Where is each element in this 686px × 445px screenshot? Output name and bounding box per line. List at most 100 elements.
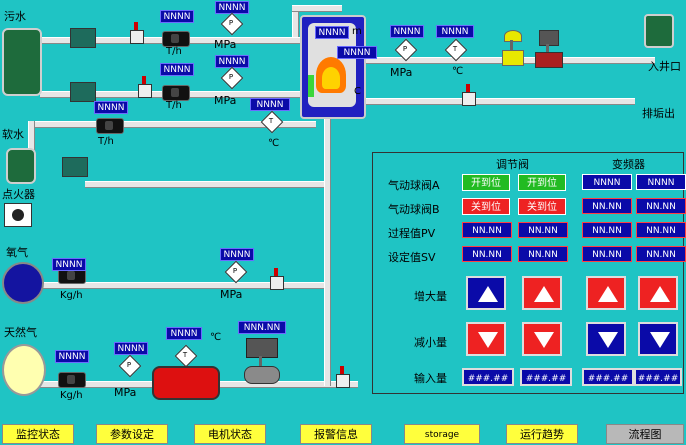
igniter-line	[85, 181, 327, 188]
arrow-down-icon	[534, 332, 554, 348]
temp-out-readout: NNNN	[436, 25, 474, 38]
temp-out-unit: ℃	[452, 66, 464, 77]
flow-gas-readout: NNNN	[55, 350, 89, 363]
vfd-title: 变频器	[612, 158, 645, 171]
valve-1-decrease-button[interactable]	[466, 322, 506, 356]
gas-tank	[2, 344, 46, 396]
flowmeter-gas-icon	[58, 372, 86, 388]
pressure-out-readout: NNNN	[390, 25, 424, 38]
vfd-2-sv: NN.NN	[636, 246, 686, 262]
valve-1-increase-button[interactable]	[466, 276, 506, 310]
arrow-up-icon	[478, 286, 498, 302]
pressure-oxygen-readout: NNNN	[220, 248, 254, 261]
boiler-readout-2: NNNN	[337, 46, 377, 59]
arrow-down-icon	[650, 332, 670, 348]
blowdown-label: 排垢出	[642, 107, 675, 120]
temp-out-symbol: T	[452, 45, 458, 53]
vfd-1-input[interactable]: ###.##	[582, 368, 634, 386]
pump-2-icon[interactable]	[70, 82, 96, 102]
vfd-1-increase-button[interactable]	[586, 276, 626, 310]
flow-oxygen-readout: NNNN	[52, 258, 86, 271]
main-riser	[324, 110, 331, 386]
flow-3-unit: T/h	[98, 136, 114, 147]
pump-3-icon[interactable]	[62, 157, 88, 177]
boiler-readout-1: NNNN	[315, 26, 349, 39]
valve-b-status-2: 关到位	[518, 198, 566, 215]
temp-1-symbol: T	[268, 117, 274, 125]
valve-2-input[interactable]: ###.##	[520, 368, 572, 386]
flow-2-readout: NNNN	[160, 63, 194, 76]
valve-2-pv: NN.NN	[518, 222, 568, 238]
pressure-2-unit: MPa	[214, 94, 237, 107]
valve-b-status-1: 关到位	[462, 198, 510, 215]
temp-1-readout: NNNN	[250, 98, 290, 111]
boiler-unit-m: m	[352, 26, 362, 37]
flow-gas-unit: Kg/h	[60, 390, 83, 401]
soft-water-tank	[6, 148, 36, 184]
vfd-1-pv: NN.NN	[582, 222, 632, 238]
natural-gas-label: 天然气	[4, 326, 37, 339]
temp-gas-readout: NNNN	[166, 327, 202, 340]
valve-1-sv: NN.NN	[462, 246, 512, 262]
pressure-1-unit: MPa	[214, 38, 237, 51]
vfd-2-input[interactable]: ###.##	[634, 368, 682, 386]
tab-alarm-info[interactable]: 报警信息	[300, 424, 372, 444]
tab-flow-chart[interactable]: 流程图	[606, 424, 684, 444]
valve-2-decrease-button[interactable]	[522, 322, 562, 356]
arrow-down-icon	[598, 332, 618, 348]
igniter-label: 点火器	[2, 188, 35, 201]
vfd-1-status: NNNN	[582, 174, 632, 190]
pump-1-icon[interactable]	[70, 28, 96, 48]
flow-2-unit: T/h	[166, 100, 182, 111]
gas-valve-readout: NNN.NN	[238, 321, 286, 334]
valve-1-icon[interactable]	[130, 30, 144, 44]
soft-water-label: 软水	[2, 128, 24, 141]
control-valve-red-icon[interactable]	[535, 30, 563, 68]
top-pipe	[292, 5, 342, 12]
valve-oxygen-handle	[274, 268, 278, 276]
control-valve-yellow-icon[interactable]	[502, 30, 524, 68]
pv-label: 过程值PV	[388, 227, 436, 240]
vfd-2-b: NN.NN	[636, 198, 686, 214]
valve-a-status-2: 开到位	[518, 174, 566, 191]
tab-motor-status[interactable]: 电机状态	[194, 424, 266, 444]
pressure-2-symbol: P	[228, 73, 234, 81]
valve-oxygen-icon[interactable]	[270, 276, 284, 290]
tab-run-trend[interactable]: 运行趋势	[506, 424, 578, 444]
tab-monitor-status[interactable]: 监控状态	[2, 424, 74, 444]
vfd-2-decrease-button[interactable]	[638, 322, 678, 356]
ball-valve-b-label: 气动球阀B	[388, 203, 440, 216]
temp-gas-unit: ℃	[210, 332, 222, 343]
gas-control-valve-icon[interactable]	[240, 338, 282, 384]
valve-gas-icon[interactable]	[336, 374, 350, 388]
flow-1-readout: NNNN	[160, 10, 194, 23]
gas-heater	[152, 366, 220, 400]
flowmeter-1-icon	[162, 31, 190, 47]
igniter-icon[interactable]	[4, 203, 32, 227]
tab-storage[interactable]: storage	[404, 424, 480, 444]
input-label: 输入量	[414, 372, 447, 385]
arrow-up-icon	[534, 286, 554, 302]
valve-2-icon[interactable]	[138, 84, 152, 98]
regulating-valve-title: 调节阀	[496, 158, 529, 171]
valve-2-sv: NN.NN	[518, 246, 568, 262]
sewage-label: 污水	[4, 10, 26, 23]
vfd-2-status: NNNN	[636, 174, 686, 190]
outlet-tank	[644, 14, 674, 48]
flow-3-readout: NNNN	[94, 101, 128, 114]
valve-2-increase-button[interactable]	[522, 276, 562, 310]
valve-blowdown-icon[interactable]	[462, 92, 476, 106]
flowmeter-3-icon	[96, 118, 124, 134]
tab-parameter-settings[interactable]: 参数设定	[96, 424, 168, 444]
sv-label: 设定值SV	[388, 251, 436, 264]
vfd-2-increase-button[interactable]	[638, 276, 678, 310]
vfd-2-pv: NN.NN	[636, 222, 686, 238]
valve-gas-handle	[340, 366, 344, 374]
decrease-label: 减小量	[414, 336, 447, 349]
ball-valve-a-label: 气动球阀A	[388, 179, 440, 192]
valve-1-input[interactable]: ###.##	[462, 368, 514, 386]
valve-blowdown-handle	[466, 84, 470, 92]
pressure-gas-unit: MPa	[114, 386, 137, 399]
vfd-1-decrease-button[interactable]	[586, 322, 626, 356]
valve-1-pv: NN.NN	[462, 222, 512, 238]
